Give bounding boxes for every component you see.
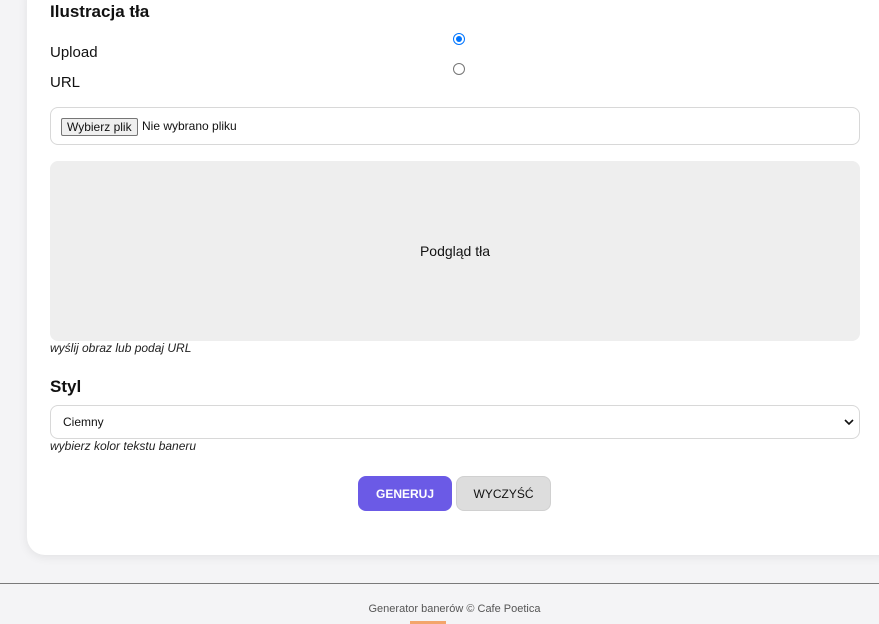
upload-radio[interactable] <box>453 33 465 45</box>
background-section-title: Ilustracja tła <box>50 2 150 21</box>
background-preview: Podgląd tła <box>50 161 860 341</box>
upload-option-label[interactable]: Upload <box>50 44 98 61</box>
file-input[interactable]: Wybierz plik Nie wybrano pliku <box>50 107 860 145</box>
clear-button[interactable]: WYCZYŚĆ <box>456 476 551 511</box>
generate-button[interactable]: GENERUJ <box>358 476 452 511</box>
footer-text: Generator banerów © Cafe Poetica <box>368 603 541 615</box>
background-hint: wyślij obraz lub podaj URL <box>50 341 192 355</box>
style-select[interactable]: Ciemny <box>50 405 860 439</box>
style-hint: wybierz kolor tekstu baneru <box>50 439 197 453</box>
chevron-down-icon <box>844 419 854 426</box>
choose-file-button[interactable]: Wybierz plik <box>61 118 138 136</box>
preview-label: Podgląd tła <box>419 243 491 259</box>
file-status-text: Nie wybrano pliku <box>142 119 237 133</box>
footer-divider <box>0 583 879 584</box>
url-option-label[interactable]: URL <box>50 74 80 91</box>
style-select-value: Ciemny <box>63 415 104 429</box>
url-radio[interactable] <box>453 63 465 75</box>
style-section-title: Styl <box>50 377 82 396</box>
